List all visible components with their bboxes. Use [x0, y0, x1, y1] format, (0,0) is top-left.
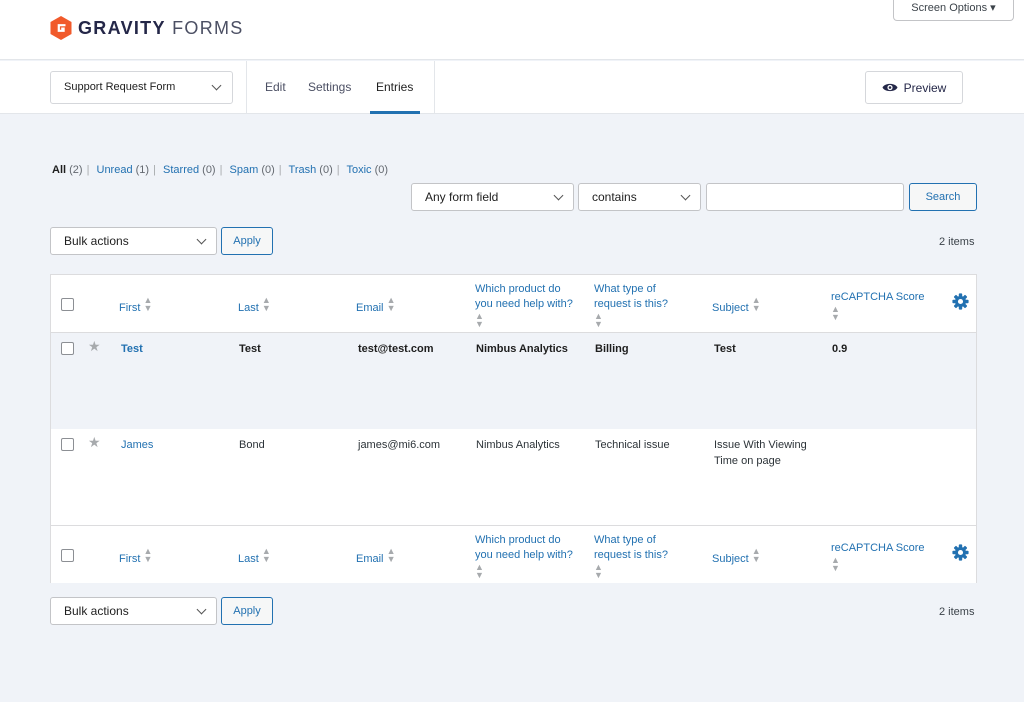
search-field-select[interactable]: Any form field — [411, 183, 574, 211]
column-recaptcha-score[interactable]: reCAPTCHA Score ▲ ▼ — [831, 541, 925, 576]
column-first[interactable]: First ▲ ▼ — [119, 296, 152, 316]
preview-button[interactable]: Preview — [865, 71, 963, 104]
column-product[interactable]: Which product do you need help with? ▲ ▼ — [475, 533, 573, 583]
items-count-bottom: 2 items — [939, 606, 975, 618]
bulk-actions-select-bottom[interactable]: Bulk actions — [50, 597, 217, 625]
eye-icon — [882, 83, 898, 92]
table-row[interactable]: ★ Test Test test@test.com Nimbus Analyti… — [51, 333, 976, 429]
row-checkbox[interactable] — [61, 342, 74, 355]
column-first[interactable]: First ▲ ▼ — [119, 547, 152, 567]
entry-email: james@mi6.com — [358, 439, 441, 451]
search-input[interactable] — [706, 183, 904, 211]
entry-subject: Issue With Viewing Time on page — [714, 439, 807, 467]
tab-settings[interactable]: Settings — [308, 80, 351, 94]
column-last[interactable]: Last ▲ ▼ — [238, 296, 271, 316]
entry-filter-links: All (2) | Unread (1) | Starred (0) | Spam (… — [52, 164, 389, 176]
toolbar-divider — [434, 61, 435, 114]
filter-starred-count: (0) — [202, 164, 216, 176]
form-toolbar: Support Request Form Edit Settings Entri… — [0, 61, 1024, 114]
entry-recaptcha-score: 0.9 — [832, 343, 848, 355]
select-all-checkbox[interactable] — [61, 298, 74, 311]
filter-unread[interactable]: Unread — [97, 164, 133, 176]
entry-last: Test — [239, 343, 261, 355]
tab-edit[interactable]: Edit — [265, 80, 286, 94]
entry-product: Nimbus Analytics — [476, 343, 568, 355]
column-subject[interactable]: Subject ▲ ▼ — [712, 547, 761, 567]
apply-button[interactable]: Apply — [221, 227, 273, 255]
filter-spam[interactable]: Spam — [230, 164, 259, 176]
filter-all-count: (2) — [69, 164, 83, 176]
column-product[interactable]: Which product do you need help with? ▲ ▼ — [475, 282, 573, 332]
sort-icon: ▲ ▼ — [475, 311, 484, 329]
entry-last: Bond — [239, 439, 265, 451]
filter-unread-count: (1) — [135, 164, 150, 176]
apply-button-bottom[interactable]: Apply — [221, 597, 273, 625]
sort-icon: ▲ ▼ — [386, 295, 396, 313]
sort-icon: ▲ ▼ — [751, 295, 761, 313]
entry-request-type: Billing — [595, 343, 629, 355]
table-header: First ▲ ▼ Last ▲ ▼ Email ▲ ▼ Which product … — [51, 275, 976, 333]
chevron-down-icon — [553, 190, 564, 201]
column-last[interactable]: Last ▲ ▼ — [238, 547, 271, 567]
entry-subject: Test — [714, 343, 736, 355]
gravity-forms-logo: GRAVITY FORMS — [50, 16, 244, 40]
sort-icon: ▲ ▼ — [386, 546, 396, 564]
logo-text: GRAVITY FORMS — [78, 17, 244, 38]
top-bar: GRAVITY FORMS Screen Options ▾ — [0, 0, 1024, 60]
sort-icon: ▲ ▼ — [594, 311, 603, 329]
star-icon[interactable]: ★ — [88, 434, 101, 451]
filter-toxic[interactable]: Toxic — [346, 164, 371, 176]
gravity-forms-logo-icon — [50, 16, 72, 40]
entry-product: Nimbus Analytics — [476, 439, 560, 451]
entry-first-link[interactable]: James — [121, 437, 153, 453]
sort-icon: ▲ ▼ — [261, 295, 271, 313]
chevron-down-icon — [196, 604, 207, 615]
active-tab-indicator — [370, 111, 420, 114]
chevron-down-icon — [680, 190, 691, 201]
sort-icon: ▲ ▼ — [594, 562, 603, 580]
form-switcher-select[interactable]: Support Request Form — [50, 71, 233, 104]
chevron-down-icon — [196, 234, 207, 245]
filter-all[interactable]: All — [52, 164, 66, 176]
filter-trash[interactable]: Trash — [289, 164, 317, 176]
chevron-down-icon — [211, 80, 222, 91]
column-subject[interactable]: Subject ▲ ▼ — [712, 296, 761, 316]
entry-email: test@test.com — [358, 343, 434, 355]
table-row[interactable]: ★ James Bond james@mi6.com Nimbus Analyt… — [51, 429, 976, 525]
filter-toxic-count: (0) — [374, 164, 389, 176]
search-operator-select[interactable]: contains — [578, 183, 701, 211]
table-footer: First ▲ ▼ Last ▲ ▼ Email ▲ ▼ Which product … — [51, 525, 976, 583]
sort-icon: ▲ ▼ — [831, 304, 840, 322]
sort-icon: ▲ ▼ — [831, 555, 840, 573]
filter-spam-count: (0) — [261, 164, 275, 176]
filter-starred[interactable]: Starred — [163, 164, 199, 176]
tab-entries[interactable]: Entries — [376, 80, 413, 94]
column-request-type[interactable]: What type of request is this? ▲ ▼ — [594, 533, 668, 583]
toolbar-divider — [246, 61, 247, 114]
items-count: 2 items — [939, 236, 975, 248]
column-recaptcha-score[interactable]: reCAPTCHA Score ▲ ▼ — [831, 290, 925, 325]
entries-table: First ▲ ▼ Last ▲ ▼ Email ▲ ▼ Which product … — [50, 274, 977, 583]
column-email[interactable]: Email ▲ ▼ — [356, 296, 396, 316]
star-icon[interactable]: ★ — [88, 338, 101, 355]
gear-icon[interactable] — [952, 293, 969, 310]
sort-icon: ▲ ▼ — [751, 546, 761, 564]
select-all-checkbox[interactable] — [61, 549, 74, 562]
entry-first-link[interactable]: Test — [121, 341, 143, 357]
search-button[interactable]: Search — [909, 183, 977, 211]
gear-icon[interactable] — [952, 544, 969, 561]
entry-request-type: Technical issue — [595, 439, 670, 451]
sort-icon: ▲ ▼ — [261, 546, 271, 564]
bulk-actions-select[interactable]: Bulk actions — [50, 227, 217, 255]
filter-trash-count: (0) — [319, 164, 333, 176]
sort-icon: ▲ ▼ — [143, 546, 153, 564]
sort-icon: ▲ ▼ — [475, 562, 484, 580]
sort-icon: ▲ ▼ — [143, 295, 153, 313]
column-email[interactable]: Email ▲ ▼ — [356, 547, 396, 567]
column-request-type[interactable]: What type of request is this? ▲ ▼ — [594, 282, 668, 332]
screen-options-button[interactable]: Screen Options ▾ — [893, 0, 1014, 21]
row-checkbox[interactable] — [61, 438, 74, 451]
